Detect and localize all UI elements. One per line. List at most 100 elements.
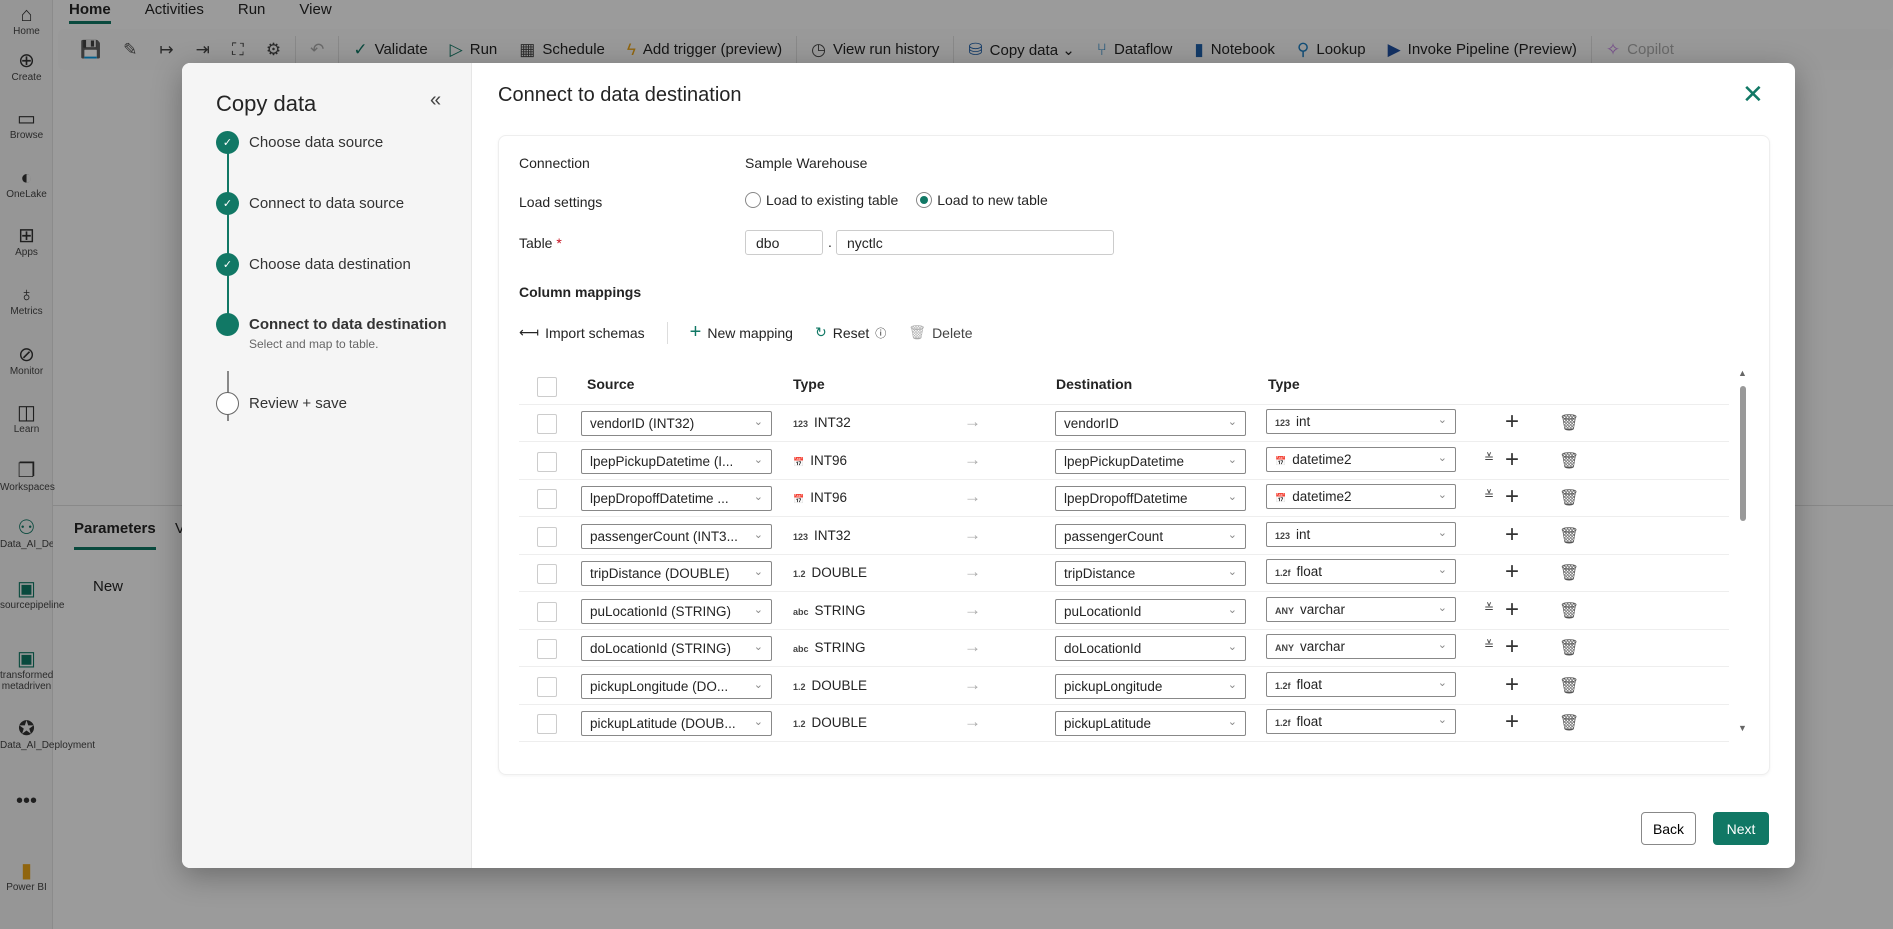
delete-row-icon[interactable]: 🗑 bbox=[1559, 451, 1579, 471]
row-checkbox[interactable] bbox=[537, 601, 557, 622]
destination-type-select[interactable]: 1.2f float ⌄ bbox=[1266, 709, 1456, 734]
source-select[interactable]: pickupLongitude (DO... ⌄ bbox=[581, 673, 772, 699]
row-checkbox[interactable] bbox=[537, 489, 557, 509]
delete-row-icon[interactable]: 🗑 bbox=[1559, 488, 1579, 508]
delete-row-icon[interactable]: 🗑 bbox=[1559, 713, 1579, 733]
row-checkbox[interactable] bbox=[537, 526, 557, 547]
page-title: Connect to data destination bbox=[498, 84, 742, 106]
wizard-step-choose-data-destination[interactable]: ✓ Choose data destination bbox=[216, 253, 411, 276]
close-icon[interactable]: ✕ bbox=[1742, 79, 1764, 110]
add-row-icon[interactable]: + bbox=[1505, 408, 1519, 436]
radio-circle-selected[interactable] bbox=[916, 192, 933, 208]
destination-type-select[interactable]: 1.2f float ⌄ bbox=[1266, 671, 1456, 697]
type-icon: 📅 bbox=[793, 494, 805, 504]
source-value: vendorID (INT32) bbox=[590, 416, 695, 431]
source-select[interactable]: lpepDropoffDatetime ... ⌄ bbox=[581, 486, 772, 511]
destination-select[interactable]: vendorID ⌄ bbox=[1055, 411, 1246, 436]
destination-type-select[interactable]: 📅 datetime2 ⌄ bbox=[1266, 484, 1456, 509]
delete-button[interactable]: 🗑 Delete bbox=[908, 324, 972, 341]
source-select[interactable]: pickupLatitude (DOUB... ⌄ bbox=[581, 711, 772, 736]
radio-circle[interactable] bbox=[745, 192, 761, 208]
add-row-icon[interactable]: + bbox=[1505, 483, 1519, 511]
source-type: 1.2 DOUBLE bbox=[793, 715, 867, 730]
source-select[interactable]: puLocationId (STRING) ⌄ bbox=[581, 598, 772, 624]
destination-type-select[interactable]: 123 int ⌄ bbox=[1266, 521, 1456, 547]
select-all-checkbox[interactable] bbox=[537, 377, 557, 397]
destination-type-select[interactable]: 📅 datetime2 ⌄ bbox=[1266, 446, 1456, 472]
new-mapping-button[interactable]: + New mapping bbox=[690, 321, 793, 344]
destination-type-select[interactable]: ANY varchar ⌄ bbox=[1266, 634, 1456, 659]
table-name-input[interactable]: nyctlc bbox=[836, 230, 1114, 255]
mapping-actions: ⟻ Import schemas + New mapping ↻ Reset ⓘ 🗑 De… bbox=[519, 321, 973, 344]
row-checkbox[interactable] bbox=[537, 639, 557, 659]
type-icon: 123 bbox=[1275, 530, 1291, 541]
import-label: Import schemas bbox=[545, 324, 645, 341]
row-checkbox[interactable] bbox=[537, 414, 557, 434]
schema-input[interactable]: dbo bbox=[745, 230, 823, 255]
destination-select[interactable]: doLocationId ⌄ bbox=[1055, 636, 1246, 661]
expand-icon[interactable]: ≚ bbox=[1484, 601, 1494, 615]
import-schemas-button[interactable]: ⟻ Import schemas bbox=[519, 324, 645, 341]
copy-data-dialog: Copy data « ✓ Choose data source ✓ Connect … bbox=[182, 63, 1795, 868]
add-row-icon[interactable]: + bbox=[1505, 521, 1519, 549]
delete-row-icon[interactable]: 🗑 bbox=[1559, 413, 1579, 433]
destination-select[interactable]: puLocationId ⌄ bbox=[1055, 598, 1246, 624]
row-checkbox[interactable] bbox=[537, 714, 557, 734]
source-select[interactable]: lpepPickupDatetime (I... ⌄ bbox=[581, 448, 772, 474]
add-row-icon[interactable]: + bbox=[1505, 671, 1519, 699]
scroll-up-icon[interactable]: ▲ bbox=[1738, 368, 1747, 378]
add-row-icon[interactable]: + bbox=[1505, 596, 1519, 624]
reset-button[interactable]: ↻ Reset ⓘ bbox=[815, 324, 886, 341]
add-row-icon[interactable]: + bbox=[1505, 633, 1519, 661]
wizard-step-connect-to-data-source[interactable]: ✓ Connect to data source bbox=[216, 192, 404, 215]
destination-select[interactable]: pickupLongitude ⌄ bbox=[1055, 673, 1246, 699]
destination-select[interactable]: lpepPickupDatetime ⌄ bbox=[1055, 448, 1246, 474]
delete-row-icon[interactable]: 🗑 bbox=[1559, 638, 1579, 658]
delete-row-icon[interactable]: 🗑 bbox=[1559, 601, 1579, 621]
row-checkbox[interactable] bbox=[537, 676, 557, 697]
wizard-step-review-save[interactable]: Review + save bbox=[216, 392, 347, 415]
scroll-down-icon[interactable]: ▼ bbox=[1738, 723, 1747, 733]
destination-select[interactable]: passengerCount ⌄ bbox=[1055, 523, 1246, 549]
add-row-icon[interactable]: + bbox=[1505, 558, 1519, 586]
destination-card: Connection Sample Warehouse Load setting… bbox=[498, 135, 1770, 775]
destination-select[interactable]: pickupLatitude ⌄ bbox=[1055, 711, 1246, 736]
add-row-icon[interactable]: + bbox=[1505, 708, 1519, 736]
expand-icon[interactable]: ≚ bbox=[1484, 638, 1494, 652]
source-value: pickupLongitude (DO... bbox=[590, 678, 729, 694]
delete-row-icon[interactable]: 🗑 bbox=[1559, 526, 1579, 546]
expand-icon[interactable]: ≚ bbox=[1484, 488, 1494, 502]
delete-row-icon[interactable]: 🗑 bbox=[1559, 563, 1579, 583]
row-checkbox[interactable] bbox=[537, 451, 557, 472]
source-select[interactable]: tripDistance (DOUBLE) ⌄ bbox=[581, 561, 772, 586]
radio-new-table[interactable]: Load to new table bbox=[916, 192, 1048, 208]
chevron-down-icon: ⌄ bbox=[1227, 716, 1237, 728]
row-checkbox[interactable] bbox=[537, 564, 557, 584]
back-button[interactable]: Back bbox=[1641, 812, 1696, 845]
wizard-step-choose-data-source[interactable]: ✓ Choose data source bbox=[216, 131, 383, 154]
destination-type-select[interactable]: ANY varchar ⌄ bbox=[1266, 596, 1456, 622]
expand-icon[interactable]: ≚ bbox=[1484, 451, 1494, 465]
destination-type-select[interactable]: 1.2f float ⌄ bbox=[1266, 559, 1456, 584]
table-label-text: Table bbox=[519, 235, 553, 251]
chevron-down-icon: ⌄ bbox=[1437, 564, 1447, 576]
destination-select[interactable]: tripDistance ⌄ bbox=[1055, 561, 1246, 586]
destination-type-value: datetime2 bbox=[1292, 489, 1352, 504]
chevron-down-icon: ⌄ bbox=[753, 566, 763, 578]
scrollbar-thumb[interactable] bbox=[1740, 386, 1746, 521]
source-select[interactable]: doLocationId (STRING) ⌄ bbox=[581, 636, 772, 661]
type-icon: abc bbox=[793, 606, 809, 617]
source-select[interactable]: passengerCount (INT3... ⌄ bbox=[581, 523, 772, 549]
scrollbar[interactable]: ▲ ▼ bbox=[1737, 368, 1749, 768]
destination-type-select[interactable]: 123 int ⌄ bbox=[1266, 409, 1456, 434]
add-row-icon[interactable]: + bbox=[1505, 446, 1519, 474]
source-select[interactable]: vendorID (INT32) ⌄ bbox=[581, 411, 772, 436]
radio-existing-table[interactable]: Load to existing table bbox=[745, 192, 898, 208]
source-type-label: INT96 bbox=[810, 452, 847, 468]
next-button[interactable]: Next bbox=[1713, 812, 1769, 845]
type-icon: 📅 bbox=[793, 456, 805, 467]
destination-select[interactable]: lpepDropoffDatetime ⌄ bbox=[1055, 486, 1246, 511]
delete-row-icon[interactable]: 🗑 bbox=[1559, 676, 1579, 696]
wizard-step-connect-to-data-destination[interactable]: Connect to data destination Select and ma… bbox=[216, 313, 447, 351]
collapse-icon[interactable]: « bbox=[430, 89, 441, 112]
